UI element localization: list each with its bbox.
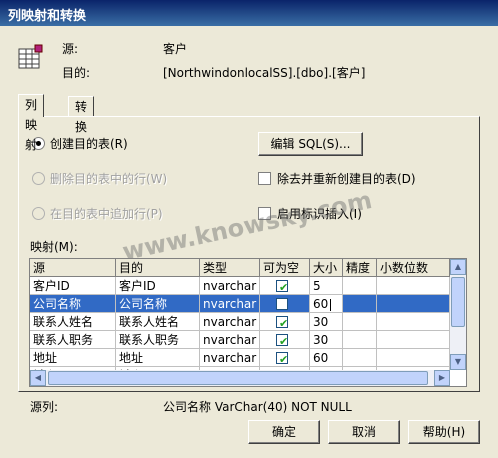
cell-nullable: ✔ [260,277,310,295]
dest-value: [NorthwindonlocalSS].[dbo].[客户] [163,66,366,80]
cell-size[interactable]: 60 [310,349,343,367]
title-bar: 列映射和转换 [0,0,498,26]
cell-dest[interactable]: 客户ID [116,277,200,295]
cancel-button[interactable]: 取消 [328,420,400,444]
cell-source[interactable]: 联系人职务 [30,331,116,349]
cell-scale[interactable] [377,295,450,313]
help-button[interactable]: 帮助(H) [408,420,480,444]
cell-size[interactable]: 30 [310,313,343,331]
table-row[interactable]: 联系人职务 联系人职务 nvarchar ✔ 30 [30,331,450,349]
append-rows-radio[interactable] [32,207,45,220]
tab-transform[interactable]: 转换 [68,96,95,134]
table-row[interactable]: 客户ID 客户ID nvarchar ✔ 5 [30,277,450,295]
source-label: 源: [62,42,79,56]
table-icon [18,44,43,69]
mapping-grid[interactable]: 源 目的 类型 可为空 大小 精度 小数位数 客户ID 客户ID nvarcha… [29,258,467,387]
col-header-precision[interactable]: 精度 [343,259,377,277]
cell-precision[interactable] [343,277,377,295]
cell-precision[interactable] [343,349,377,367]
cell-dest[interactable]: 公司名称 [116,295,200,313]
horizontal-scrollbar[interactable]: ◀ ▶ [30,370,450,386]
drop-recreate-checkbox[interactable] [258,172,271,185]
tab-column-mapping[interactable]: 列映射 [18,94,45,152]
cell-nullable: ✔ [260,331,310,349]
scroll-right-icon[interactable]: ▶ [434,370,450,386]
scroll-up-icon[interactable]: ▲ [450,259,466,275]
cell-nullable [260,295,310,313]
mapping-label: 映射(M): [30,240,78,254]
cell-type[interactable]: nvarchar [200,295,260,313]
nullable-checkbox[interactable]: ✔ [276,334,288,348]
cell-precision[interactable] [343,331,377,349]
horizontal-scroll-thumb[interactable] [48,371,428,385]
source-value: 客户 [163,42,188,56]
cell-type[interactable]: nvarchar [200,277,260,295]
cell-source[interactable]: 公司名称 [30,295,116,313]
edit-sql-button[interactable]: 编辑 SQL(S)... [258,132,363,156]
cell-type[interactable]: nvarchar [200,331,260,349]
cell-nullable: ✔ [260,349,310,367]
cell-dest[interactable]: 联系人姓名 [116,313,200,331]
delete-rows-radio[interactable] [32,172,45,185]
nullable-checkbox[interactable]: ✔ [276,352,288,366]
col-header-type[interactable]: 类型 [200,259,260,277]
cell-precision[interactable] [343,313,377,331]
size-edit-value[interactable]: 60 [313,297,328,311]
nullable-checkbox[interactable]: ✔ [276,280,288,294]
cell-type[interactable]: nvarchar [200,313,260,331]
nullable-checkbox[interactable]: ✔ [276,316,288,330]
col-header-scale[interactable]: 小数位数 [377,259,450,277]
cell-source[interactable]: 联系人姓名 [30,313,116,331]
cell-scale[interactable] [377,313,450,331]
source-column-label: 源列: [30,400,59,414]
window-title: 列映射和转换 [8,9,87,24]
scroll-left-icon[interactable]: ◀ [30,370,46,386]
cell-size[interactable]: 30 [310,331,343,349]
table-row-selected[interactable]: 公司名称 公司名称 nvarchar 60 [30,295,450,313]
cell-dest[interactable]: 地址 [116,349,200,367]
cell-nullable: ✔ [260,313,310,331]
vertical-scroll-thumb[interactable] [451,277,465,327]
cell-scale[interactable] [377,331,450,349]
col-header-source[interactable]: 源 [30,259,116,277]
dest-label: 目的: [62,66,91,80]
cell-size[interactable]: 5 [310,277,343,295]
grid-header: 源 目的 类型 可为空 大小 精度 小数位数 [30,259,450,277]
col-header-nullable[interactable]: 可为空 [260,259,310,277]
text-cursor [330,298,332,311]
table-row[interactable]: 联系人姓名 联系人姓名 nvarchar ✔ 30 [30,313,450,331]
cell-scale[interactable] [377,277,450,295]
source-column-value: 公司名称 VarChar(40) NOT NULL [163,400,352,414]
delete-rows-label: 删除目的表中的行(W) [50,172,168,186]
table-row[interactable]: 地址 地址 nvarchar ✔ 60 [30,349,450,367]
nullable-checkbox[interactable] [276,298,288,310]
drop-recreate-label: 除去并重新创建目的表(D) [277,172,416,186]
col-header-size[interactable]: 大小 [310,259,343,277]
create-dest-label: 创建目的表(R) [50,137,128,151]
cell-source[interactable]: 地址 [30,349,116,367]
cell-type[interactable]: nvarchar [200,349,260,367]
col-header-dest[interactable]: 目的 [116,259,200,277]
cell-size-editor[interactable]: 60 [310,295,343,313]
scroll-down-icon[interactable]: ▼ [450,354,466,370]
cell-scale[interactable] [377,349,450,367]
ok-button[interactable]: 确定 [248,420,320,444]
cell-dest[interactable]: 联系人职务 [116,331,200,349]
cell-source[interactable]: 客户ID [30,277,116,295]
append-rows-label: 在目的表中追加行(P) [50,207,163,221]
vertical-scrollbar[interactable]: ▲ ▼ [450,259,466,370]
cell-precision[interactable] [343,295,377,313]
